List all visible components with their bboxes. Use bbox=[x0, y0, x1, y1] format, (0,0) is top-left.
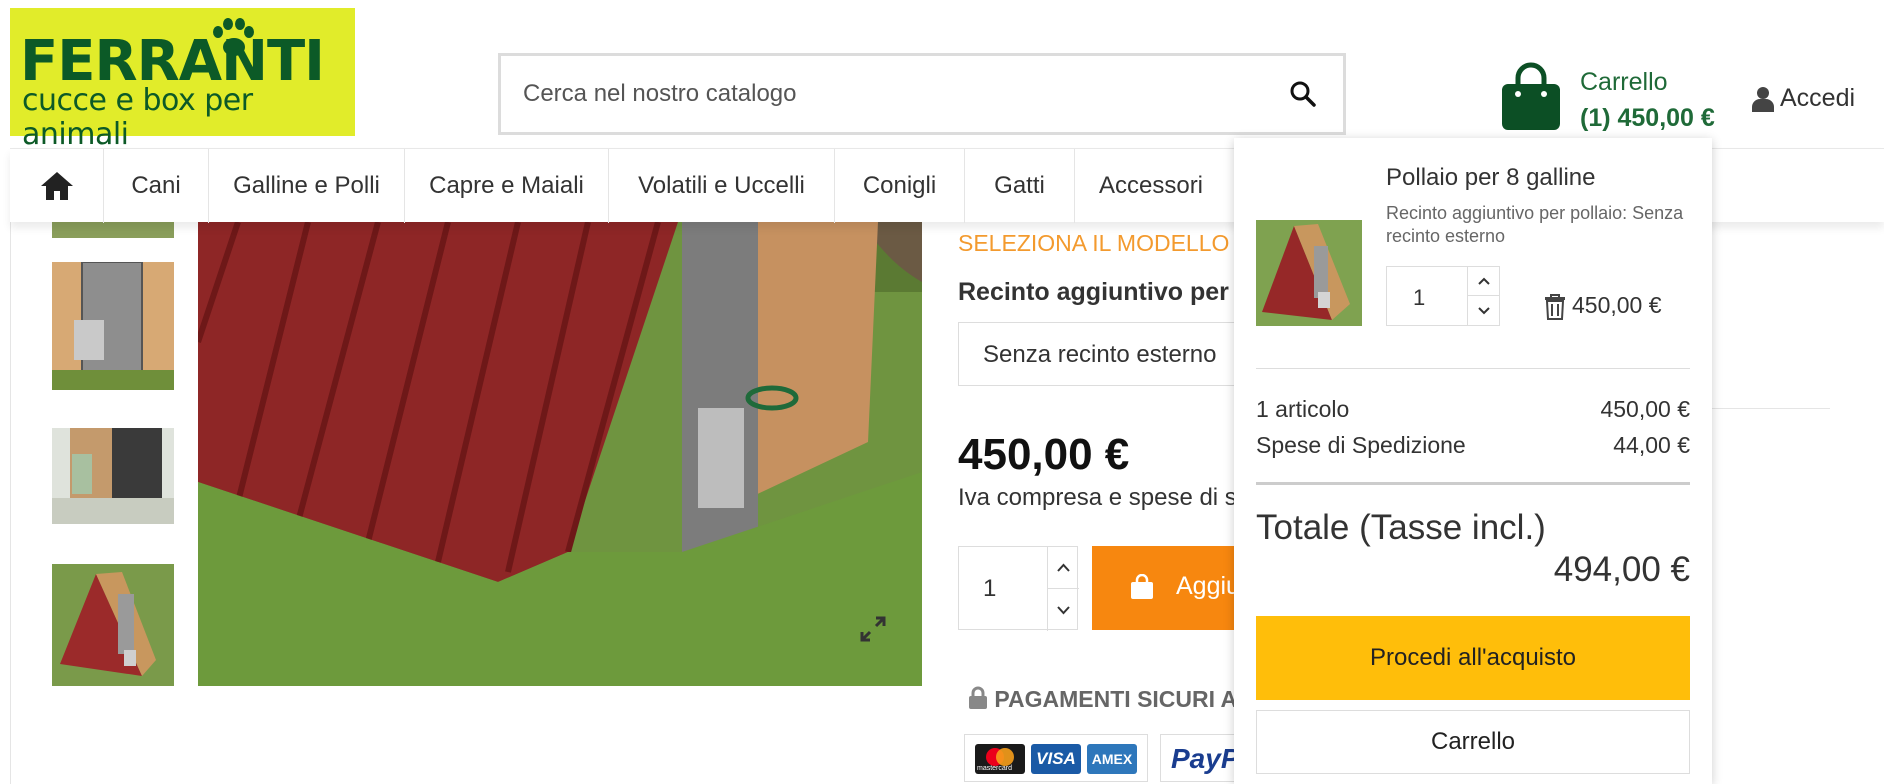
site-logo[interactable]: FERRANTI cucce e box per animali bbox=[10, 8, 355, 152]
product-photo bbox=[198, 222, 922, 686]
quantity-stepper[interactable]: 1 bbox=[958, 546, 1079, 631]
thumbnail-image bbox=[52, 428, 174, 524]
search-input[interactable] bbox=[523, 72, 1263, 116]
cart-items-row: 1 articolo 450,00 € bbox=[1256, 396, 1690, 426]
product-price: 450,00 € bbox=[958, 430, 1130, 479]
amex-logo: AMEX bbox=[1087, 744, 1137, 774]
mastercard-label: mastercard bbox=[977, 765, 1013, 772]
cart-items-value: 450,00 € bbox=[1600, 396, 1690, 422]
nav-item-capre-e-maiali[interactable]: Capre e Maiali bbox=[405, 149, 609, 223]
cart-quantity-value[interactable]: 1 bbox=[1413, 285, 1425, 311]
thumbnail-image bbox=[52, 262, 174, 390]
lock-icon bbox=[969, 686, 987, 709]
option-label: Recinto aggiuntivo per bbox=[958, 278, 1229, 306]
cart-quantity-up-button[interactable] bbox=[1468, 267, 1500, 296]
select-model-heading: SELEZIONA IL MODELLO P bbox=[958, 230, 1252, 256]
search-icon[interactable] bbox=[1289, 80, 1317, 108]
divider bbox=[1700, 408, 1830, 409]
nav-item-volatili-e-uccelli[interactable]: Volatili e Uccelli bbox=[609, 149, 835, 223]
chevron-up-icon bbox=[1478, 277, 1490, 285]
quantity-up-button[interactable] bbox=[1048, 547, 1079, 589]
product-thumbnail[interactable] bbox=[52, 262, 174, 390]
login-label: Accedi bbox=[1780, 84, 1856, 112]
quantity-value[interactable]: 1 bbox=[983, 575, 996, 603]
expand-icon[interactable] bbox=[858, 614, 888, 644]
shopping-bag-icon bbox=[1502, 62, 1560, 130]
secure-payments-label: PAGAMENTI SICURI A bbox=[994, 686, 1238, 712]
cart-shipping-value: 44,00 € bbox=[1613, 432, 1690, 458]
cart-label: Carrello bbox=[1580, 68, 1668, 96]
product-thumbnail[interactable] bbox=[52, 222, 174, 238]
view-cart-button[interactable]: Carrello bbox=[1256, 710, 1690, 774]
cart-total-label: Totale (Tasse incl.) bbox=[1256, 508, 1546, 547]
logo-tagline: cucce e box per animali bbox=[22, 83, 253, 152]
cart-quantity-down-button[interactable] bbox=[1468, 296, 1500, 325]
cart-line-total: 450,00 € bbox=[1572, 292, 1662, 318]
add-to-cart-label: Aggiu bbox=[1176, 572, 1240, 600]
product-main-image[interactable] bbox=[198, 222, 922, 686]
cart-items-label: 1 articolo bbox=[1256, 396, 1350, 422]
shopping-bag-icon bbox=[1131, 574, 1153, 599]
nav-item-gatti[interactable]: Gatti bbox=[965, 149, 1075, 223]
cart-dropdown: Pollaio per 8 galline Recinto aggiuntivo… bbox=[1234, 138, 1712, 784]
cart-product-name[interactable]: Pollaio per 8 galline bbox=[1386, 164, 1595, 192]
logo-brand: FERRANTI bbox=[20, 29, 325, 94]
visa-logo: VISA bbox=[1031, 744, 1081, 774]
cart-product-photo bbox=[1256, 220, 1362, 326]
thumbnail-image bbox=[52, 564, 174, 686]
cart-widget[interactable]: Carrello (1) 450,00 € bbox=[1500, 62, 1720, 138]
quantity-buttons bbox=[1047, 547, 1079, 631]
divider bbox=[1256, 368, 1690, 369]
option-select-value: Senza recinto esterno bbox=[983, 341, 1217, 368]
product-thumbnail[interactable] bbox=[52, 564, 174, 686]
cart-quantity-buttons bbox=[1467, 267, 1500, 325]
nav-item-accessori[interactable]: Accessori bbox=[1075, 149, 1227, 223]
chevron-down-icon bbox=[1057, 606, 1070, 615]
cart-shipping-row: Spese di Spedizione 44,00 € bbox=[1256, 432, 1690, 462]
cart-product-image[interactable] bbox=[1256, 220, 1362, 326]
nav-home[interactable] bbox=[10, 149, 104, 223]
chevron-up-icon bbox=[1057, 563, 1070, 572]
option-select[interactable]: Senza recinto esterno bbox=[958, 322, 1258, 386]
nav-item-cani[interactable]: Cani bbox=[104, 149, 209, 223]
divider bbox=[1256, 482, 1690, 485]
proceed-to-checkout-button[interactable]: Procedi all'acquisto bbox=[1256, 616, 1690, 700]
site-header: FERRANTI cucce e box per animali Carrell… bbox=[0, 0, 1884, 152]
quantity-down-button[interactable] bbox=[1048, 589, 1079, 631]
trash-icon[interactable] bbox=[1544, 294, 1566, 320]
user-icon bbox=[1752, 87, 1774, 112]
cart-product-attribute: Recinto aggiuntivo per pollaio: Senza re… bbox=[1386, 203, 1684, 246]
product-thumbnail[interactable] bbox=[52, 428, 174, 524]
nav-item-galline-e-polli[interactable]: Galline e Polli bbox=[209, 149, 405, 223]
chevron-down-icon bbox=[1478, 307, 1490, 315]
cart-summary: (1) 450,00 € bbox=[1580, 104, 1715, 132]
cart-quantity-stepper[interactable]: 1 bbox=[1386, 266, 1500, 326]
mastercard-logo: mastercard bbox=[975, 744, 1025, 774]
secure-payments-heading: PAGAMENTI SICURI A bbox=[968, 686, 1237, 713]
cart-total-value: 494,00 € bbox=[1553, 550, 1690, 589]
cart-shipping-label: Spese di Spedizione bbox=[1256, 432, 1466, 458]
home-icon bbox=[41, 172, 73, 200]
nav-item-conigli[interactable]: Conigli bbox=[835, 149, 965, 223]
search-box bbox=[498, 53, 1346, 135]
payment-cards: mastercard VISA AMEX bbox=[964, 734, 1148, 782]
tax-note: Iva compresa e spese di s bbox=[958, 484, 1237, 511]
